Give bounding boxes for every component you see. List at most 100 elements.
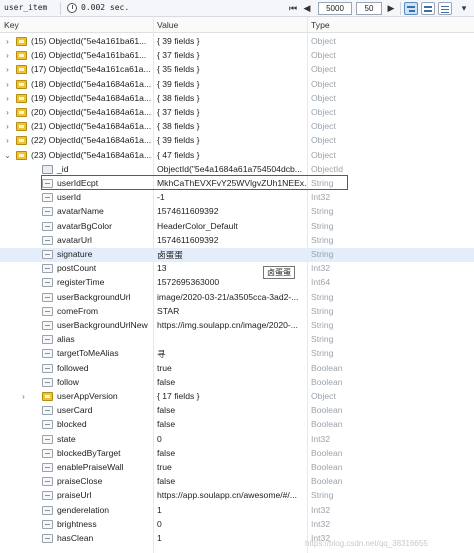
tree-row[interactable]: › (17) ObjectId("5e4a161ca61a... { 35 fiel… <box>0 63 474 77</box>
chevron-right-icon[interactable]: › <box>3 108 12 118</box>
tree-row[interactable]: ⌄ (23) ObjectId("5e4a1684a61a... { 47 fiel… <box>0 149 474 163</box>
row-type: Object <box>311 64 336 75</box>
field-icon <box>42 505 53 515</box>
row-value[interactable]: true <box>157 363 307 373</box>
field-icon <box>42 292 53 302</box>
tree-row[interactable]: avatarUrl 1574611609392 String <box>0 234 474 248</box>
row-value[interactable]: 1574611609392 <box>157 206 307 216</box>
chevron-right-icon[interactable]: › <box>19 392 28 402</box>
row-value[interactable]: { 37 fields } <box>157 50 307 60</box>
view-menu-chevron-icon[interactable]: ▾ <box>458 2 470 14</box>
row-type: Boolean <box>311 405 343 416</box>
chevron-right-icon[interactable]: › <box>3 122 12 132</box>
tree-row[interactable]: › (15) ObjectId("5e4a161ba61... { 39 field… <box>0 35 474 49</box>
tree-row[interactable]: › userAppVersion { 17 fields } Object <box>0 390 474 404</box>
row-value[interactable]: { 39 fields } <box>157 135 307 145</box>
tree-row[interactable]: avatarBgColor HeaderColor_Default String <box>0 220 474 234</box>
row-value[interactable]: { 17 fields } <box>157 391 307 401</box>
tree-row[interactable]: follow false Boolean <box>0 376 474 390</box>
tree-row[interactable]: userCard false Boolean <box>0 404 474 418</box>
tree-row[interactable]: userBackgroundUrlNew https://img.soulapp.… <box>0 319 474 333</box>
tree-row[interactable]: genderelation 1 Int32 <box>0 504 474 518</box>
tree-row[interactable]: followed true Boolean <box>0 362 474 376</box>
row-value[interactable]: ObjectId("5e4a1684a61a754504dcb... <box>157 164 307 174</box>
table-view-icon[interactable] <box>421 2 435 15</box>
field-icon <box>42 306 53 316</box>
tree-row[interactable]: › (21) ObjectId("5e4a1684a61a... { 38 fiel… <box>0 120 474 134</box>
tree-row[interactable]: › (19) ObjectId("5e4a1684a61a... { 38 fiel… <box>0 92 474 106</box>
row-value[interactable]: { 47 fields } <box>157 150 307 160</box>
value-column-header[interactable]: Value <box>157 20 178 30</box>
row-value[interactable]: { 39 fields } <box>157 36 307 46</box>
tree-row[interactable]: comeFrom STAR String <box>0 305 474 319</box>
tree-row[interactable]: enablePraiseWall true Boolean <box>0 461 474 475</box>
row-value[interactable]: false <box>157 448 307 458</box>
row-value[interactable]: -1 <box>157 192 307 202</box>
collection-name[interactable]: user_item <box>4 3 47 12</box>
row-value[interactable]: 1 <box>157 533 307 543</box>
row-value[interactable]: { 38 fields } <box>157 93 307 103</box>
row-value[interactable]: false <box>157 476 307 486</box>
tree-row[interactable]: praiseUrl https://app.soulapp.cn/awesome/… <box>0 489 474 503</box>
field-icon <box>42 420 53 430</box>
row-value[interactable]: true <box>157 462 307 472</box>
row-value[interactable]: { 37 fields } <box>157 107 307 117</box>
chevron-down-icon[interactable]: ⌄ <box>3 151 12 161</box>
previous-page-icon[interactable]: ◀ <box>301 2 313 14</box>
chevron-right-icon[interactable]: › <box>3 136 12 146</box>
row-value[interactable]: { 38 fields } <box>157 121 307 131</box>
row-value[interactable]: false <box>157 405 307 415</box>
row-value[interactable]: 0 <box>157 519 307 529</box>
type-column-header[interactable]: Type <box>311 20 330 30</box>
tree-row[interactable]: › (16) ObjectId("5e4a161ba61... { 37 field… <box>0 49 474 63</box>
row-value[interactable]: 寻 <box>157 348 307 360</box>
tree-row[interactable]: blockedByTarget false Boolean <box>0 447 474 461</box>
tree-row[interactable]: › (18) ObjectId("5e4a1684a61a... { 39 fiel… <box>0 78 474 92</box>
tree-row[interactable]: state 0 Int32 <box>0 433 474 447</box>
chevron-right-icon[interactable]: › <box>3 80 12 90</box>
next-page-icon[interactable]: ▶ <box>385 2 397 14</box>
chevron-right-icon[interactable]: › <box>3 37 12 47</box>
tree-row[interactable]: blocked false Boolean <box>0 418 474 432</box>
objectid-icon <box>42 164 53 174</box>
row-value[interactable]: { 35 fields } <box>157 64 307 74</box>
tree-row[interactable]: › (22) ObjectId("5e4a1684a61a... { 39 fiel… <box>0 134 474 148</box>
key-column-header[interactable]: Key <box>4 20 19 30</box>
chevron-right-icon[interactable]: › <box>3 51 12 61</box>
row-value[interactable]: https://img.soulapp.cn/image/2020-... <box>157 320 307 330</box>
row-value[interactable]: image/2020-03-21/a3505cca-3ad2-... <box>157 292 307 302</box>
first-page-icon[interactable]: ⏮ <box>287 2 299 14</box>
tree-row[interactable]: avatarName 1574611609392 String <box>0 205 474 219</box>
row-value[interactable]: 卤蛋蛋 <box>157 249 307 261</box>
row-value[interactable]: HeaderColor_Default <box>157 221 307 231</box>
tree-row[interactable]: signature 卤蛋蛋 String <box>0 248 474 262</box>
tree-row[interactable]: alias String <box>0 333 474 347</box>
row-value[interactable]: { 39 fields } <box>157 79 307 89</box>
row-key: hasClean <box>57 533 94 543</box>
tree-row[interactable]: userId -1 Int32 <box>0 191 474 205</box>
text-view-icon[interactable] <box>438 2 452 15</box>
row-value[interactable]: false <box>157 419 307 429</box>
row-value[interactable]: https://app.soulapp.cn/awesome/#/... <box>157 490 307 500</box>
row-value[interactable]: false <box>157 377 307 387</box>
tree-row[interactable]: › (20) ObjectId("5e4a1684a61a... { 37 fiel… <box>0 106 474 120</box>
tree-row[interactable]: registerTime 1572695363000 Int64 <box>0 276 474 290</box>
field-icon <box>42 349 53 359</box>
tree-row[interactable]: praiseClose false Boolean <box>0 475 474 489</box>
chevron-right-icon[interactable]: › <box>3 65 12 75</box>
row-type: Object <box>311 36 336 46</box>
tree-row[interactable]: targetToMeAlias 寻 String <box>0 347 474 361</box>
chevron-right-icon[interactable]: › <box>3 94 12 104</box>
skip-input[interactable]: 50 <box>356 2 382 15</box>
row-value[interactable]: 1574611609392 <box>157 235 307 245</box>
tree-view-icon[interactable] <box>404 2 418 15</box>
row-value[interactable]: STAR <box>157 306 307 316</box>
limit-input[interactable]: 5000 <box>318 2 352 15</box>
row-value[interactable]: 1 <box>157 505 307 515</box>
tree-row[interactable]: postCount 13 Int32 <box>0 262 474 276</box>
row-value[interactable]: 0 <box>157 434 307 444</box>
row-type: String <box>311 234 334 245</box>
row-type: Object <box>311 149 336 160</box>
tree-row[interactable]: userBackgroundUrl image/2020-03-21/a3505c… <box>0 291 474 305</box>
tree-row[interactable]: brightness 0 Int32 <box>0 518 474 532</box>
